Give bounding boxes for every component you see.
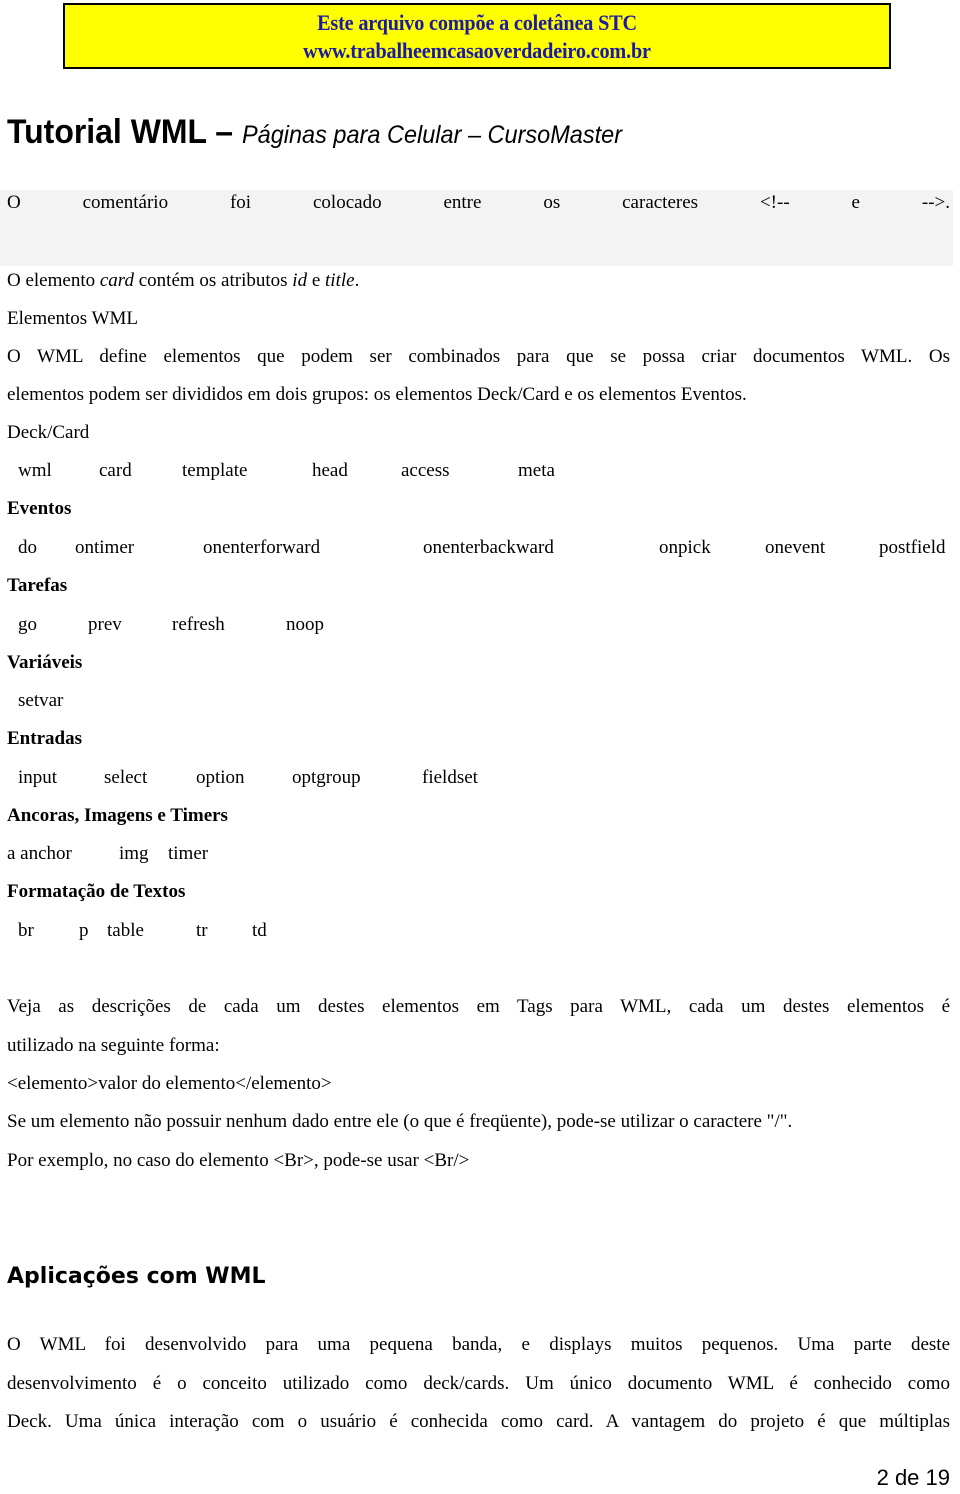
word: e <box>851 192 860 213</box>
applications-line-3: Deck. Uma única interação com o usuário … <box>7 1411 950 1432</box>
element-item: onenterbackward <box>423 537 554 558</box>
elements-heading: Elementos WML <box>7 308 139 329</box>
word: <!-- <box>759 192 790 213</box>
element-item: onevent <box>765 537 826 558</box>
usage-line-4: Se um elemento não possuir nenhum dado e… <box>7 1111 793 1132</box>
element-item: option <box>196 767 245 788</box>
page-number: 2 de 19 <box>876 1465 950 1490</box>
group-heading-entradas: Entradas <box>7 728 82 749</box>
element-item: onenterforward <box>203 537 321 558</box>
element-item: img <box>119 843 149 864</box>
element-item: refresh <box>172 614 225 635</box>
group-heading-eventos: Eventos <box>7 498 72 519</box>
word: O <box>7 192 21 213</box>
word: colocado <box>312 192 382 213</box>
element-item: access <box>401 460 450 481</box>
element-item: p <box>79 920 89 941</box>
word: os <box>543 192 561 213</box>
text: e <box>307 270 326 291</box>
element-item: input <box>18 767 58 788</box>
word: caracteres <box>622 192 699 213</box>
element-item: tr <box>196 920 208 941</box>
banner-line-1: Este arquivo compõe a coletânea STC <box>317 10 637 35</box>
group-heading-variaveis: Variáveis <box>7 652 83 673</box>
banner-url[interactable]: www.trabalheemcasaoverdadeiro.com.br <box>98 37 856 65</box>
applications-line-1: O WML foi desenvolvido para uma pequena … <box>7 1334 950 1355</box>
card-term: card <box>99 270 134 291</box>
element-item: a anchor <box>7 843 72 864</box>
word: foi <box>229 192 252 213</box>
usage-example: <elemento>valor do elemento</elemento> <box>7 1073 332 1094</box>
element-item: go <box>18 614 37 635</box>
group-heading-tarefas: Tarefas <box>7 575 68 596</box>
element-item: wml <box>18 460 52 481</box>
id-term: id <box>292 270 308 291</box>
element-item: br <box>18 920 34 941</box>
element-item: head <box>312 460 348 481</box>
text: contém os atributos <box>133 270 293 291</box>
element-item: do <box>18 537 37 558</box>
intro-line-2: elementos podem ser divididos em dois gr… <box>7 384 747 405</box>
element-item: fieldset <box>422 767 478 788</box>
element-item: setvar <box>18 690 64 711</box>
text: . <box>354 270 360 291</box>
word: -->. <box>921 192 950 213</box>
element-item: onpick <box>659 537 711 558</box>
element-item: ontimer <box>75 537 135 558</box>
card-attributes-line: O elemento card contém os atributos id e… <box>7 270 359 292</box>
word: comentário <box>82 192 169 213</box>
section-heading-aplicacoes: Aplicações com WML <box>7 1264 266 1289</box>
element-item: prev <box>88 614 122 635</box>
element-item: timer <box>168 843 209 864</box>
applications-line-2: desenvolvimento é o conceito utilizado c… <box>7 1373 950 1394</box>
group-heading-ancoras: Ancoras, Imagens e Timers <box>7 805 228 826</box>
element-item: card <box>99 460 132 481</box>
page-title: Tutorial WML – Páginas para Celular – Cu… <box>7 110 622 157</box>
title-subtitle: Páginas para Celular – CursoMaster <box>241 121 623 149</box>
element-item: optgroup <box>292 767 361 788</box>
element-item: select <box>104 767 148 788</box>
intro-line-1: O WML define elementos que podem ser com… <box>7 346 950 367</box>
element-item: noop <box>286 614 324 635</box>
element-item: template <box>182 460 248 481</box>
usage-line-1: Veja as descrições de cada um destes ele… <box>7 996 950 1017</box>
title-term: title <box>325 270 355 291</box>
text: O elemento <box>7 270 100 291</box>
usage-line-5: Por exemplo, no caso do elemento <Br>, p… <box>7 1150 470 1171</box>
title-main: Tutorial WML – <box>7 113 242 151</box>
element-item: td <box>252 920 267 941</box>
element-item: postfield <box>879 537 946 558</box>
group-heading-formatacao: Formatação de Textos <box>7 881 186 902</box>
comment-line: O comentário foi colocado entre os carac… <box>7 192 950 214</box>
element-item: table <box>107 920 144 941</box>
group-heading-deck-card: Deck/Card <box>7 422 90 443</box>
word: entre <box>443 192 482 213</box>
usage-line-2: utilizado na seguinte forma: <box>7 1035 220 1056</box>
collection-banner: Este arquivo compõe a coletânea STC www.… <box>63 3 891 69</box>
element-item: meta <box>518 460 555 481</box>
